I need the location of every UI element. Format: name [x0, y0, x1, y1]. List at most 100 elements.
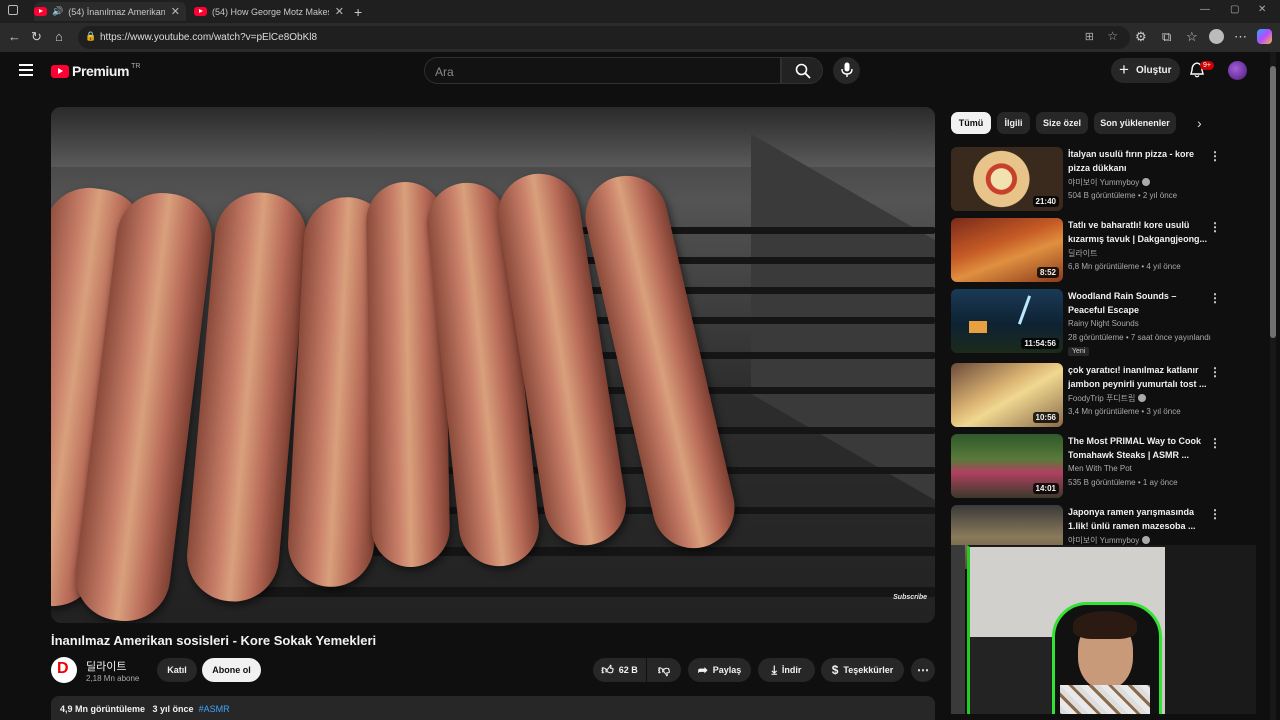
recommendation-channel[interactable]: Men With The Pot: [1068, 464, 1132, 473]
kebab-menu-icon[interactable]: ⋮: [1209, 507, 1221, 521]
upload-age: 3 yıl önce: [152, 704, 194, 714]
kebab-menu-icon[interactable]: ⋮: [1209, 220, 1221, 234]
recommendation-item[interactable]: 14:01 The Most PRIMAL Way to Cook Tomaha…: [951, 434, 1261, 500]
video-thumbnail[interactable]: 8:52: [951, 218, 1063, 282]
recommendation-item[interactable]: 10:56 çok yaratıcı! inanılmaz katlanır j…: [951, 363, 1261, 429]
duration-badge: 8:52: [1036, 267, 1059, 278]
thanks-button[interactable]: $ Teşekkürler: [821, 658, 904, 682]
back-icon[interactable]: ←: [8, 30, 21, 43]
subscriber-count: 2,18 Mn abone: [86, 674, 140, 683]
chip-for-you[interactable]: Size özel: [1036, 112, 1088, 134]
verified-icon: [1142, 536, 1151, 544]
page-scrollbar-thumb[interactable]: [1270, 66, 1276, 338]
chip-related[interactable]: İlgili: [997, 112, 1030, 134]
share-button[interactable]: ➦ Paylaş: [688, 658, 751, 682]
recommendation-title: Tatlı ve baharatlı! kore usulü kızarmış …: [1068, 220, 1208, 244]
search-input[interactable]: Ara: [424, 57, 781, 84]
profile-icon[interactable]: [1209, 29, 1224, 44]
reader-icon[interactable]: ⊞: [1085, 30, 1094, 43]
home-icon[interactable]: ⌂: [55, 30, 63, 43]
hamburger-menu-icon[interactable]: [19, 64, 33, 76]
streamer-shirt: [1060, 685, 1150, 714]
thanks-label: Teşekkürler: [843, 665, 894, 675]
recommendation-meta: 28 görüntüleme • 7 saat önce yayınlandı: [1068, 333, 1211, 342]
youtube-play-icon: [51, 64, 69, 78]
new-badge: Yeni: [1068, 347, 1090, 356]
streamer-hair: [1073, 611, 1137, 639]
recommendation-item[interactable]: 11:54:56 Woodland Rain Sounds – Peaceful…: [951, 289, 1261, 356]
favorites-icon[interactable]: ☆: [1186, 30, 1198, 43]
microphone-icon: [841, 62, 853, 77]
like-count: 62 B: [618, 665, 638, 675]
extensions-icon[interactable]: ⚙: [1135, 30, 1147, 43]
hashtag[interactable]: #ASMR: [199, 704, 230, 714]
close-tab-icon[interactable]: ✕: [335, 5, 344, 18]
video-thumbnail[interactable]: 14:01: [951, 434, 1063, 498]
like-button[interactable]: 👍︎ 62 B: [593, 658, 646, 682]
account-avatar[interactable]: [1228, 61, 1247, 80]
subscribe-watermark: Subscribe: [893, 594, 927, 601]
split-screen-icon[interactable]: ⧉: [1162, 30, 1171, 43]
more-icon[interactable]: ⋯: [1234, 30, 1247, 43]
recommendation-meta: 6,8 Mn görüntüleme • 4 yıl önce: [1068, 262, 1181, 271]
search-icon: [795, 63, 811, 79]
dislike-button[interactable]: 👎︎: [647, 658, 681, 682]
video-player[interactable]: Subscribe: [51, 107, 935, 623]
copilot-icon[interactable]: [1257, 29, 1272, 44]
channel-avatar[interactable]: [51, 657, 77, 683]
voice-search-button[interactable]: [833, 57, 860, 84]
recommendation-title: çok yaratıcı! inanılmaz katlanır jambon …: [1068, 365, 1207, 389]
logo-text: Premium: [72, 63, 130, 79]
create-button[interactable]: + Oluştur: [1111, 58, 1180, 83]
chip-all[interactable]: Tümü: [951, 112, 991, 134]
tab-label: (54) How George Motz Makes NY: [212, 6, 329, 17]
video-title: İnanılmaz Amerikan sosisleri - Kore Soka…: [51, 633, 377, 648]
recommendation-channel[interactable]: FoodyTrip 푸디트립: [1068, 393, 1147, 404]
chevron-right-icon[interactable]: ›: [1197, 115, 1202, 131]
close-window-icon[interactable]: ✕: [1258, 4, 1266, 15]
create-label: Oluştur: [1136, 65, 1172, 76]
webcam-dark-area: [1165, 547, 1256, 714]
close-tab-icon[interactable]: ✕: [171, 5, 180, 18]
video-thumbnail[interactable]: 11:54:56: [951, 289, 1063, 353]
more-horizontal-icon: ⋯: [917, 663, 929, 677]
maximize-icon[interactable]: ▢: [1230, 4, 1239, 15]
browser-tab-1[interactable]: 🔊 (54) İnanılmaz Amerikan sos ✕: [34, 2, 186, 21]
recommendation-channel[interactable]: 야미보이 Yummyboy: [1068, 177, 1151, 188]
kebab-menu-icon[interactable]: ⋮: [1209, 149, 1221, 163]
join-button[interactable]: Katıl: [157, 658, 197, 682]
cabin-light: [969, 321, 987, 333]
channel-name[interactable]: 딜라이트: [86, 658, 126, 674]
recommendation-item[interactable]: 8:52 Tatlı ve baharatlı! kore usulü kıza…: [951, 218, 1261, 284]
video-thumbnail[interactable]: 21:40: [951, 147, 1063, 211]
recommendation-channel[interactable]: Rainy Night Sounds: [1068, 319, 1139, 328]
search-button[interactable]: [781, 57, 823, 84]
new-tab-button[interactable]: +: [354, 2, 362, 21]
share-label: Paylaş: [712, 665, 742, 675]
duration-badge: 14:01: [1032, 483, 1059, 494]
minimize-icon[interactable]: —: [1200, 4, 1210, 15]
grill-bar: [251, 587, 935, 597]
subscribe-button[interactable]: Abone ol: [202, 658, 261, 682]
download-button[interactable]: ⤓ İndir: [758, 658, 815, 682]
video-thumbnail[interactable]: 10:56: [951, 363, 1063, 427]
recommendation-title: İtalyan usulü fırın pizza - kore pizza d…: [1068, 149, 1195, 173]
recommendation-channel[interactable]: 딜라이트: [1068, 248, 1097, 259]
youtube-premium-logo[interactable]: Premium TR: [51, 63, 140, 79]
chip-recent[interactable]: Son yüklenenler: [1094, 112, 1176, 134]
kebab-menu-icon[interactable]: ⋮: [1209, 291, 1221, 305]
kebab-menu-icon[interactable]: ⋮: [1209, 436, 1221, 450]
refresh-icon[interactable]: ↻: [31, 30, 42, 43]
speaker-icon[interactable]: 🔊: [52, 6, 63, 17]
tab-actions-icon[interactable]: [8, 5, 18, 15]
browser-tab-2[interactable]: (54) How George Motz Makes NY ✕: [194, 2, 344, 21]
recommendation-item[interactable]: 21:40 İtalyan usulü fırın pizza - kore p…: [951, 147, 1261, 213]
description-box[interactable]: 4,9 Mn görüntüleme 3 yıl önce #ASMR: [51, 696, 935, 720]
plus-icon: +: [1119, 60, 1129, 79]
favorite-star-icon[interactable]: ☆: [1107, 29, 1118, 43]
download-label: İndir: [781, 665, 802, 675]
thumbs-down-icon: 👎︎: [657, 662, 671, 677]
url-field[interactable]: 🔒 https://www.youtube.com/watch?v=pElCe8…: [78, 26, 1130, 49]
kebab-menu-icon[interactable]: ⋮: [1209, 365, 1221, 379]
more-actions-button[interactable]: ⋯: [911, 658, 935, 682]
